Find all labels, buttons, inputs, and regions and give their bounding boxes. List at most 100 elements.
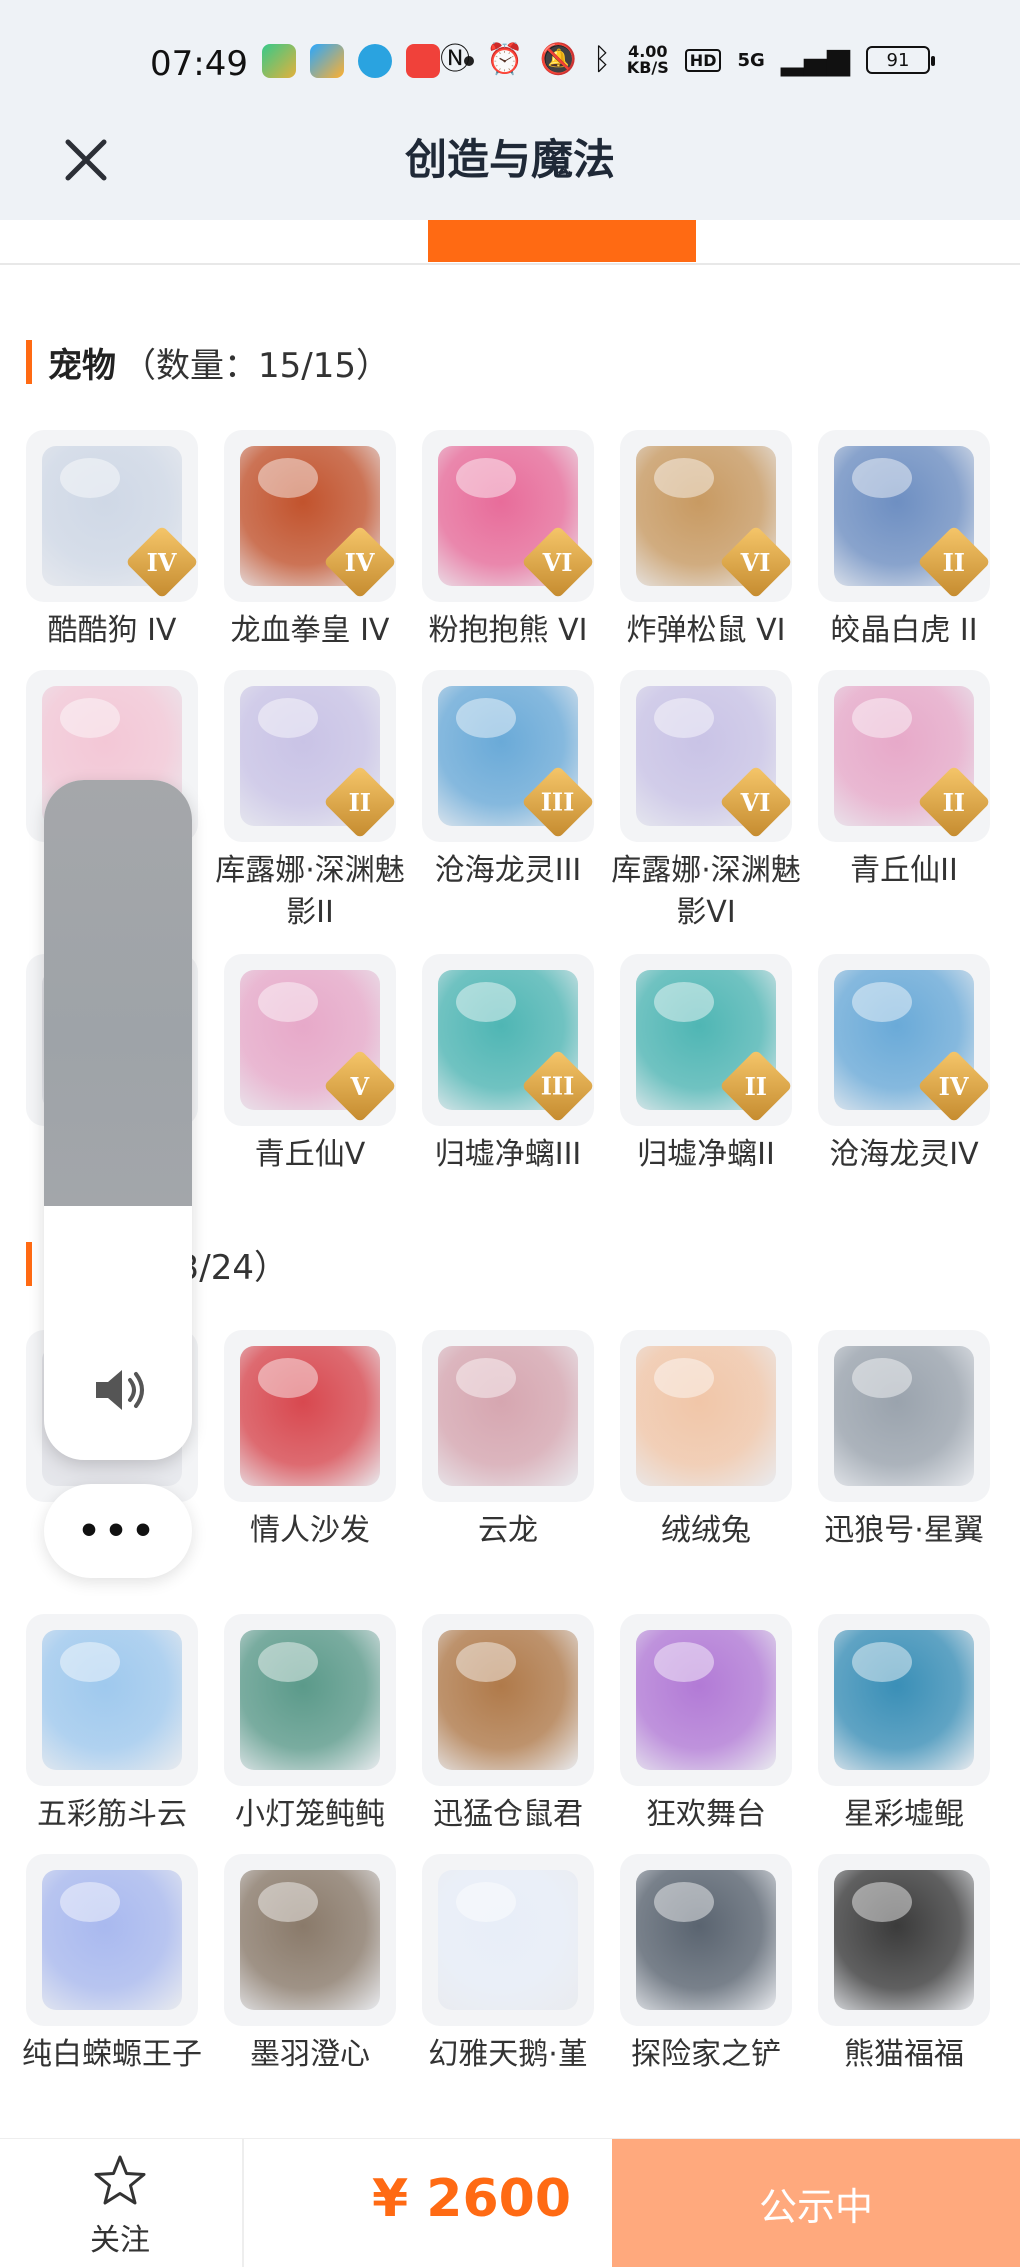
- price: ¥ 2600: [372, 2169, 572, 2229]
- item-thumbnail: [224, 1614, 396, 1786]
- grid-item[interactable]: 墨羽澄心: [224, 1854, 396, 2076]
- item-label: 纯白蝾螈王子: [22, 2037, 202, 2072]
- item-thumbnail: III: [422, 670, 594, 842]
- speaker-icon[interactable]: [88, 1360, 148, 1420]
- grid-item[interactable]: II 青丘仙II: [818, 670, 990, 892]
- grid-item[interactable]: 小灯笼鲀鲀: [224, 1614, 396, 1836]
- item-label: 墨羽澄心: [250, 2037, 370, 2072]
- grid-item[interactable]: VI 炸弹松鼠 VI: [620, 430, 792, 652]
- artwork-highlight: [654, 458, 714, 498]
- item-thumbnail: IV: [818, 954, 990, 1126]
- more-options-button[interactable]: •••: [44, 1484, 192, 1578]
- grid-item[interactable]: 星彩墟鲲: [818, 1614, 990, 1836]
- section-name: 宠物: [48, 345, 116, 386]
- grid-item[interactable]: II 库露娜·深渊魅影II: [215, 670, 405, 934]
- artwork-highlight: [456, 1882, 516, 1922]
- artwork-highlight: [852, 698, 912, 738]
- grid-item[interactable]: 绒绒兔: [620, 1330, 792, 1552]
- artwork-highlight: [456, 1358, 516, 1398]
- item-thumbnail: III: [422, 954, 594, 1126]
- video-app-icon: [310, 44, 344, 78]
- network-speed-unit: KB/S: [626, 58, 669, 77]
- grid-item[interactable]: VI 粉抱抱熊 VI: [422, 430, 594, 652]
- item-label: 星彩墟鲲: [844, 1797, 964, 1832]
- category-tabs[interactable]: [0, 220, 1020, 265]
- bottom-bar: 关注 ¥ 2600 公示中: [0, 2138, 1020, 2267]
- mute-icon: 🔕: [539, 42, 577, 77]
- item-label: 五彩筋斗云: [37, 1797, 187, 1832]
- item-label: 迅猛仓鼠君: [433, 1797, 583, 1832]
- grid-item[interactable]: 云龙: [422, 1330, 594, 1552]
- grid-item[interactable]: II 皎晶白虎 II: [818, 430, 990, 652]
- grid-item[interactable]: IV 沧海龙灵IV: [818, 954, 990, 1176]
- grid-item[interactable]: 探险家之铲: [620, 1854, 792, 2076]
- artwork-highlight: [60, 698, 120, 738]
- item-thumbnail: II: [224, 670, 396, 842]
- blurred-preview: [44, 780, 192, 1206]
- floating-volume-panel[interactable]: [44, 780, 192, 1460]
- artwork-highlight: [456, 458, 516, 498]
- rank-text: II: [942, 787, 966, 817]
- grid-item[interactable]: V 青丘仙V: [224, 954, 396, 1176]
- rank-text: IV: [345, 547, 375, 577]
- grid-item[interactable]: 迅狼号·星翼: [818, 1330, 990, 1552]
- nfc-icon: Ⓝ: [440, 42, 471, 77]
- battery-indicator: 91: [866, 46, 935, 74]
- artwork-highlight: [852, 982, 912, 1022]
- grid-item[interactable]: III 归墟净螭III: [422, 954, 594, 1176]
- grid-item[interactable]: 情人沙发: [224, 1330, 396, 1552]
- rank-text: IV: [939, 1071, 969, 1101]
- section-accent: [26, 1242, 32, 1286]
- grid-item[interactable]: 迅猛仓鼠君: [422, 1614, 594, 1836]
- item-label: 云龙: [478, 1513, 538, 1548]
- item-thumbnail: [620, 1614, 792, 1786]
- grid-item[interactable]: 狂欢舞台: [620, 1614, 792, 1836]
- item-thumbnail: VI: [620, 670, 792, 842]
- grid-item[interactable]: IV 酷酷狗 IV: [26, 430, 198, 652]
- item-thumbnail: IV: [26, 430, 198, 602]
- artwork-highlight: [654, 982, 714, 1022]
- artwork-highlight: [654, 1882, 714, 1922]
- follow-button[interactable]: 关注: [60, 2153, 180, 2259]
- item-label: 情人沙发: [250, 1513, 370, 1548]
- telegram-icon: [358, 44, 392, 78]
- artwork-highlight: [456, 982, 516, 1022]
- artwork-highlight: [852, 458, 912, 498]
- item-label: 沧海龙灵IV: [829, 1137, 979, 1172]
- rank-text: VI: [741, 787, 771, 817]
- artwork-highlight: [456, 1642, 516, 1682]
- alarm-icon: ⏰: [486, 42, 524, 77]
- artwork-highlight: [258, 698, 318, 738]
- rank-text: II: [348, 787, 372, 817]
- item-thumbnail: [422, 1330, 594, 1502]
- item-label: 狂欢舞台: [646, 1797, 766, 1832]
- item-thumbnail: II: [818, 430, 990, 602]
- item-label: 归墟净螭III: [434, 1137, 582, 1172]
- item-thumbnail: II: [818, 670, 990, 842]
- star-icon: [94, 2155, 146, 2205]
- item-label: 库露娜·深渊魅影VI: [611, 853, 801, 930]
- signal-bars-icon: ▂▄▆: [780, 42, 850, 77]
- artwork-highlight: [60, 1642, 120, 1682]
- item-label: 粉抱抱熊 VI: [428, 613, 588, 648]
- app-notification-icon: [262, 44, 296, 78]
- system-icons: Ⓝ ⏰ 🔕 ᛒ 4.00 KB/S HD 5G ▂▄▆ 91: [440, 42, 935, 77]
- item-label: 探险家之铲: [631, 2037, 781, 2072]
- section-accent: [26, 340, 32, 384]
- public-notice-button[interactable]: 公示中: [612, 2139, 1020, 2267]
- rank-text: III: [541, 1071, 575, 1101]
- item-thumbnail: [422, 1854, 594, 2026]
- grid-item[interactable]: 熊猫福福: [818, 1854, 990, 2076]
- grid-item[interactable]: VI 库露娜·深渊魅影VI: [611, 670, 801, 934]
- item-thumbnail: [620, 1330, 792, 1502]
- grid-item[interactable]: IV 龙血拳皇 IV: [224, 430, 396, 652]
- artwork-highlight: [654, 1358, 714, 1398]
- grid-item[interactable]: 五彩筋斗云: [26, 1614, 198, 1836]
- grid-item[interactable]: 纯白蝾螈王子: [22, 1854, 202, 2076]
- grid-item[interactable]: II 归墟净螭II: [620, 954, 792, 1176]
- grid-item[interactable]: III 沧海龙灵III: [422, 670, 594, 892]
- close-button[interactable]: [56, 120, 116, 200]
- grid-item[interactable]: 幻雅天鹅·堇: [422, 1854, 594, 2076]
- artwork-highlight: [258, 982, 318, 1022]
- item-label: 沧海龙灵III: [434, 853, 582, 888]
